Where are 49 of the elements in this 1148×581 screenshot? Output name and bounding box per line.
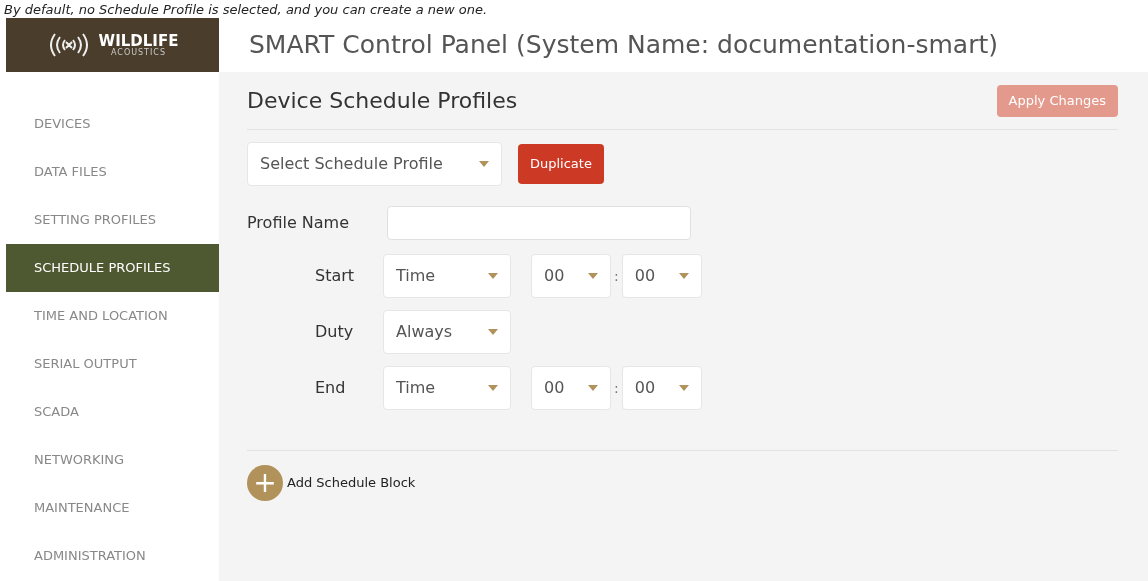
field-label: End bbox=[315, 377, 347, 399]
page-title: Device Schedule Profiles bbox=[247, 87, 518, 115]
dropdown-value: 00 bbox=[634, 265, 656, 287]
sidebar-item[interactable]: DEVICES bbox=[6, 100, 219, 148]
dropdown-value: 00 bbox=[634, 377, 656, 399]
caret-icon bbox=[479, 161, 489, 167]
sidebar-item[interactable]: SCADA bbox=[6, 388, 219, 436]
caret-icon bbox=[678, 385, 689, 391]
sidebar-item[interactable]: MAINTENANCE bbox=[6, 484, 219, 532]
dropdown-value: 00 bbox=[544, 265, 565, 287]
dropdown[interactable]: 00 bbox=[531, 254, 611, 298]
sidebar-item[interactable]: SERIAL OUTPUT bbox=[6, 340, 219, 388]
sidebar-item[interactable]: TIME AND LOCATION bbox=[6, 292, 219, 340]
caret-icon bbox=[488, 385, 498, 391]
sidebar-item[interactable]: ADMINISTRATION bbox=[6, 532, 219, 580]
dropdown[interactable]: 00 bbox=[531, 366, 611, 410]
dropdown-value: Time bbox=[396, 377, 436, 399]
dropdown-value: Select Schedule Profile bbox=[260, 153, 443, 175]
dropdown[interactable]: Time bbox=[383, 254, 511, 298]
duplicate-button[interactable]: Duplicate bbox=[518, 144, 604, 184]
dropdown-value: Time bbox=[396, 265, 436, 287]
sidebar-item[interactable]: SETTING PROFILES bbox=[6, 196, 219, 244]
caption: By default, no Schedule Profile is selected, and you can create a new one. bbox=[4, 2, 488, 18]
sidebar-item[interactable]: SCHEDULE PROFILES bbox=[6, 244, 219, 292]
logo-name: WILDLIFE bbox=[98, 33, 179, 49]
dropdown[interactable]: 00 bbox=[621, 254, 702, 298]
caret-icon bbox=[488, 273, 498, 279]
dropdown[interactable]: Always bbox=[383, 310, 511, 354]
dropdown-value: 00 bbox=[544, 377, 565, 399]
caret-icon bbox=[488, 329, 498, 335]
caret-icon bbox=[588, 385, 598, 391]
caret-icon bbox=[678, 273, 689, 279]
sidebar-item[interactable]: NETWORKING bbox=[6, 436, 219, 484]
logo-subtitle: ACOUSTICS bbox=[110, 48, 167, 57]
add-schedule-block-label[interactable]: Add Schedule Block bbox=[287, 473, 416, 493]
time-separator: : bbox=[613, 378, 620, 398]
dropdown[interactable]: Select Schedule Profile bbox=[247, 142, 502, 186]
sidebar-item[interactable]: DATA FILES bbox=[6, 148, 219, 196]
caret-icon bbox=[588, 273, 598, 279]
add-button[interactable]: + bbox=[247, 465, 283, 501]
field-label: Duty bbox=[315, 321, 355, 343]
profile-name-field[interactable] bbox=[387, 206, 691, 240]
dropdown[interactable]: 00 bbox=[621, 366, 702, 410]
field-label: Start bbox=[315, 265, 356, 287]
dropdown[interactable]: Time bbox=[383, 366, 511, 410]
dropdown-value: Always bbox=[396, 321, 453, 343]
page-header-title: SMART Control Panel (System Name: documentation-smart) bbox=[249, 29, 998, 62]
field-label: Profile Name bbox=[247, 212, 351, 234]
time-separator: : bbox=[613, 266, 620, 286]
